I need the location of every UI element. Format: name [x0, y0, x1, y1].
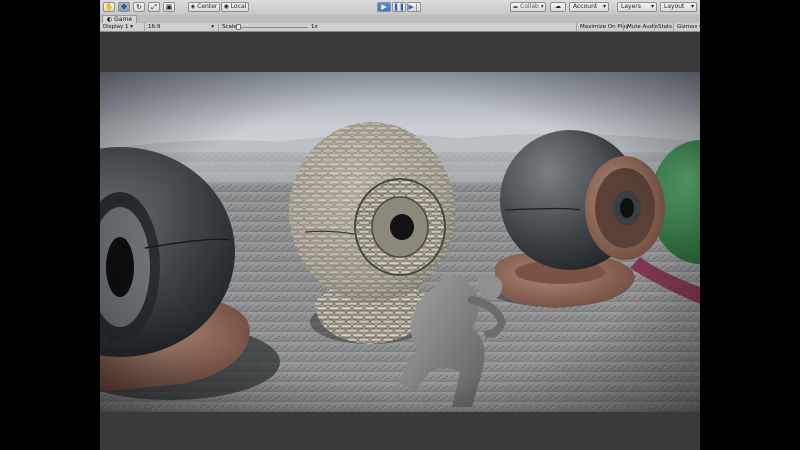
chevron-down-icon: ▾ [211, 24, 214, 30]
scale-tool-button[interactable]: ⤢ [148, 2, 160, 12]
editor-background [100, 412, 700, 450]
move-icon: ✥ [121, 3, 127, 11]
chevron-down-icon: ▾ [130, 24, 134, 30]
hand-tool-button[interactable]: ✋ [103, 2, 115, 12]
layout-dropdown[interactable]: Layout ▾ [660, 2, 697, 12]
scale-icon: ⤢ [151, 3, 157, 11]
maximize-on-play-toggle[interactable]: Maximize On Play [576, 23, 629, 31]
chevron-down-icon: ▾ [690, 3, 694, 10]
rotate-icon: ↻ [136, 3, 142, 11]
cloud-icon: ☁ [512, 3, 519, 10]
pivot-icon: ◈ [190, 3, 196, 10]
chevron-down-icon: ▾ [602, 3, 606, 10]
pause-icon: ❚❚ [393, 3, 405, 11]
account-dropdown[interactable]: Account ▾ [569, 2, 609, 12]
aspect-dropdown[interactable]: 16:9 ▾ [144, 23, 216, 31]
global-icon: ◉ [223, 3, 229, 10]
step-icon: ▶❘ [408, 3, 420, 11]
pause-button[interactable]: ❚❚ [392, 2, 406, 12]
mute-audio-toggle[interactable]: Mute Audio [623, 23, 658, 31]
unity-editor: ✋ ✥ ↻ ⤢ ▣ ◈ Center ◉ Local ▶ ❚❚ ▶❘ ☁ Col… [100, 0, 702, 450]
play-button[interactable]: ▶ [377, 2, 391, 12]
pivot-mode-button[interactable]: ◈ Center [188, 2, 220, 12]
scale-slider-handle[interactable] [236, 24, 241, 30]
services-button[interactable]: ☁ [550, 2, 566, 12]
rendered-scene [100, 72, 700, 412]
layers-dropdown[interactable]: Layers ▾ [617, 2, 657, 12]
move-tool-button[interactable]: ✥ [118, 2, 130, 12]
chevron-down-icon: ▾ [540, 3, 544, 10]
display-dropdown[interactable]: Display 1 ▾ [103, 23, 141, 31]
scale-value: 1x [311, 24, 318, 30]
rotate-tool-button[interactable]: ↻ [133, 2, 145, 12]
chevron-down-icon: ▾ [699, 24, 702, 30]
hand-icon: ✋ [104, 3, 114, 11]
tab-game[interactable]: ◐ Game [102, 15, 138, 23]
chevron-down-icon: ▾ [650, 3, 654, 10]
scale-slider-track[interactable] [238, 27, 308, 28]
game-tab-icon: ◐ [107, 16, 113, 23]
pivot-rotation-button[interactable]: ◉ Local [221, 2, 249, 12]
rect-tool-icon: ▣ [165, 3, 173, 11]
scale-label: Scale [218, 23, 237, 31]
game-viewport[interactable] [100, 72, 700, 412]
stats-toggle[interactable]: Stats [654, 23, 672, 31]
play-icon: ▶ [381, 3, 387, 11]
gizmos-dropdown[interactable]: Gizmos ▾ [673, 23, 702, 31]
game-view-toolbar: Display 1 ▾ 16:9 ▾ Scale 1x Maximize On P… [100, 23, 702, 32]
cloud-services-icon: ☁ [555, 3, 561, 10]
step-button[interactable]: ▶❘ [407, 2, 421, 12]
main-toolbar: ✋ ✥ ↻ ⤢ ▣ ◈ Center ◉ Local ▶ ❚❚ ▶❘ ☁ Col… [100, 0, 700, 16]
tab-bar: ◐ Game [100, 15, 700, 23]
collab-button[interactable]: ☁ Collab ▾ [510, 2, 546, 12]
rect-tool-button[interactable]: ▣ [163, 2, 175, 12]
